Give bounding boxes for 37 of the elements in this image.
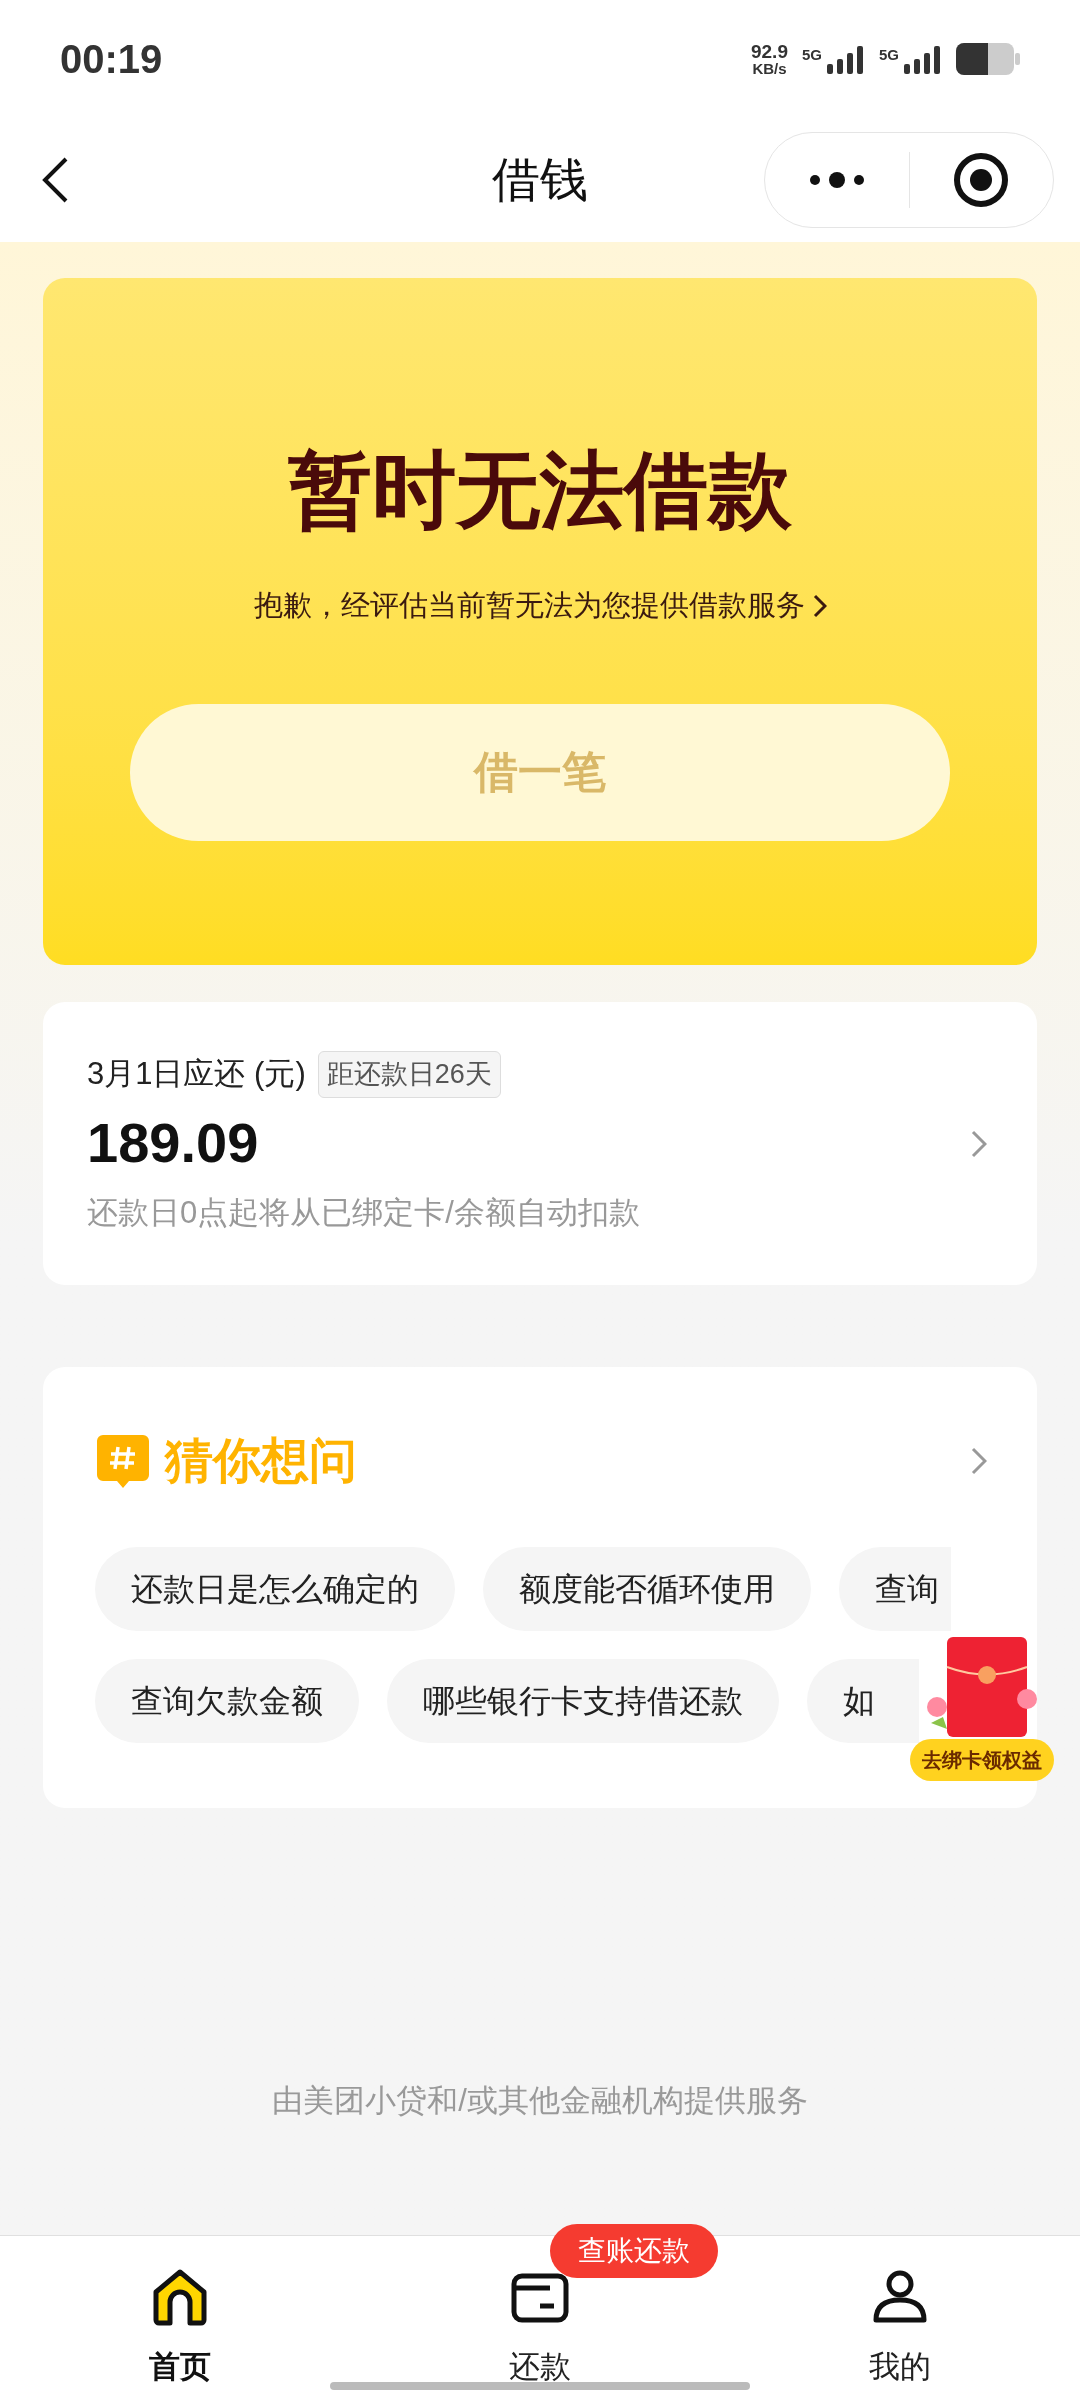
hashtag-bubble-icon xyxy=(95,1433,151,1489)
promo-label[interactable]: 去绑卡领权益 xyxy=(910,1739,1054,1781)
gift-envelope-icon[interactable] xyxy=(927,1637,1037,1737)
repayment-card[interactable]: 3月1日应还 (元) 距还款日26天 189.09 还款日0点起将从已绑定卡/余额自动扣款 xyxy=(43,1002,1037,1285)
tab-label: 首页 xyxy=(149,2348,211,2386)
question-chip[interactable]: 额度能否循环使用 xyxy=(483,1547,811,1631)
amount-due: 189.09 xyxy=(87,1109,260,1176)
clock-time: 00:19 xyxy=(60,36,163,83)
provider-footer: 由美团小贷和/或其他金融机构提供服务 xyxy=(43,2078,1037,2125)
chevron-right-icon[interactable] xyxy=(971,1447,987,1475)
signal-icon xyxy=(825,44,865,74)
tab-item[interactable]: 首页 xyxy=(0,2236,360,2400)
auto-debit-note: 还款日0点起将从已绑定卡/余额自动扣款 xyxy=(87,1193,641,1232)
target-icon xyxy=(953,152,1010,208)
chevron-right-icon xyxy=(971,1129,987,1158)
battery-icon xyxy=(956,41,1020,77)
network-type: 5G xyxy=(801,45,822,65)
question-chip[interactable]: 如 xyxy=(807,1659,919,1743)
tab-label: 还款 xyxy=(509,2348,571,2386)
signal-icon xyxy=(902,44,942,74)
network-type: 5G xyxy=(879,45,899,65)
chevron-right-icon xyxy=(812,593,827,618)
faq-title: 猜你想问 xyxy=(165,1433,357,1489)
bill-tooltip: 查账还款 xyxy=(550,2224,718,2278)
question-chip[interactable]: 还款日是怎么确定的 xyxy=(95,1547,455,1631)
network-speed-unit: KB/s xyxy=(752,61,787,76)
page-title: 借钱 xyxy=(492,152,588,208)
due-date-label: 3月1日应还 (元) xyxy=(87,1055,306,1093)
question-chip[interactable]: 查询 xyxy=(839,1547,951,1631)
hero-subtitle: 抱歉，经评估当前暂无法为您提供借款服务 xyxy=(253,588,805,623)
hero-title: 暂时无法借款 xyxy=(288,448,792,532)
question-chip[interactable]: 查询欠款金额 xyxy=(95,1659,359,1743)
tab-item[interactable]: 我的 xyxy=(720,2236,1080,2400)
days-left-tag: 距还款日26天 xyxy=(317,1051,501,1098)
question-chip[interactable]: 哪些银行卡支持借还款 xyxy=(387,1659,779,1743)
tab-label: 我的 xyxy=(869,2348,931,2386)
network-speed: 92.9 xyxy=(751,42,788,61)
